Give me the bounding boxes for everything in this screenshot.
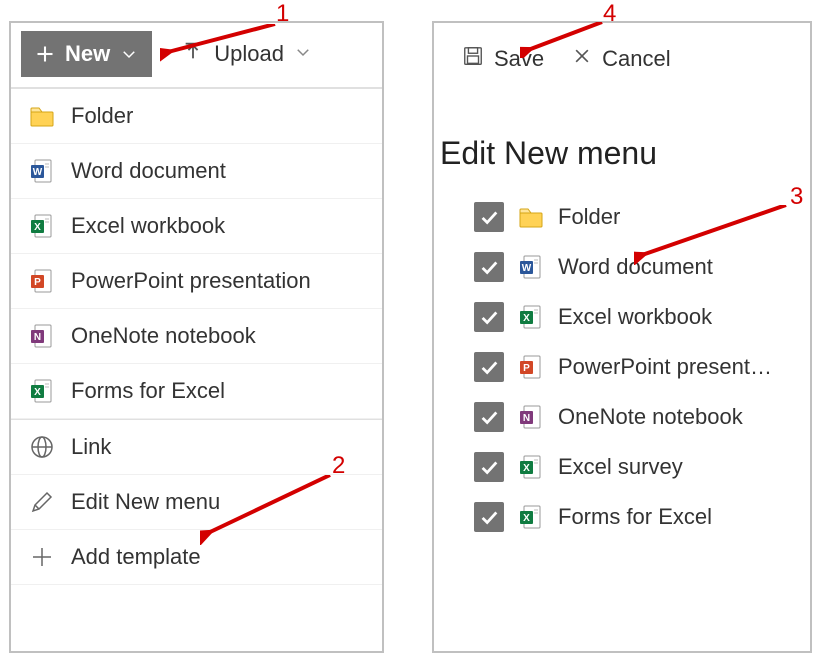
cancel-button-label: Cancel	[602, 46, 670, 72]
folder-icon	[29, 103, 55, 129]
menu-item-label: PowerPoint presentation	[71, 268, 311, 294]
powerpoint-icon	[29, 268, 55, 294]
checkbox[interactable]	[474, 352, 504, 382]
excel-icon	[518, 504, 544, 530]
menu-item-label: OneNote notebook	[71, 323, 256, 349]
excel-icon	[29, 378, 55, 404]
right-toolbar: Save Cancel	[434, 23, 810, 87]
globe-icon	[29, 434, 55, 460]
upload-button-label: Upload	[214, 41, 284, 67]
menu-item-onenote-notebook[interactable]: OneNote notebook	[11, 309, 382, 364]
chevron-down-icon	[294, 41, 312, 67]
excel-icon	[29, 213, 55, 239]
menu-item-label: Excel workbook	[71, 213, 225, 239]
edit-row-excel-survey[interactable]: Excel survey	[474, 442, 780, 492]
cancel-button[interactable]: Cancel	[572, 46, 670, 72]
edit-row-label: PowerPoint present…	[558, 354, 772, 380]
new-menu-panel: New Upload Folder Word document Excel work…	[9, 21, 384, 653]
plus-icon	[29, 544, 55, 570]
edit-row-label: Word document	[558, 254, 713, 280]
menu-item-label: Forms for Excel	[71, 378, 225, 404]
menu-item-excel-workbook[interactable]: Excel workbook	[11, 199, 382, 254]
chevron-down-icon	[120, 45, 138, 63]
edit-row-label: Folder	[558, 204, 620, 230]
menu-item-word-document[interactable]: Word document	[11, 144, 382, 199]
edit-row-forms-for-excel[interactable]: Forms for Excel	[474, 492, 780, 542]
checkbox[interactable]	[474, 452, 504, 482]
menu-item-folder[interactable]: Folder	[11, 88, 382, 144]
upload-icon	[182, 40, 204, 68]
new-button[interactable]: New	[21, 31, 152, 77]
onenote-icon	[518, 404, 544, 430]
save-button[interactable]: Save	[462, 45, 544, 73]
checkbox[interactable]	[474, 502, 504, 532]
edit-row-powerpoint-present-[interactable]: PowerPoint present…	[474, 342, 780, 392]
menu-item-label: Word document	[71, 158, 226, 184]
edit-menu-panel: Save Cancel Edit New menu Folder Word doc…	[432, 21, 812, 653]
menu-item-link[interactable]: Link	[11, 419, 382, 475]
menu-item-powerpoint-presentation[interactable]: PowerPoint presentation	[11, 254, 382, 309]
plus-icon	[35, 44, 55, 64]
excel-icon	[518, 304, 544, 330]
checkbox[interactable]	[474, 252, 504, 282]
word-icon	[518, 254, 544, 280]
edit-menu-list: Folder Word document Excel workbook PowerPo…	[434, 192, 810, 542]
left-toolbar: New Upload	[11, 23, 382, 87]
checkbox[interactable]	[474, 202, 504, 232]
edit-row-folder[interactable]: Folder	[474, 192, 780, 242]
edit-row-word-document[interactable]: Word document	[474, 242, 780, 292]
close-icon	[572, 46, 592, 72]
onenote-icon	[29, 323, 55, 349]
menu-item-label: Link	[71, 434, 111, 460]
excel-icon	[518, 454, 544, 480]
new-button-label: New	[65, 41, 110, 67]
menu-item-edit-new-menu[interactable]: Edit New menu	[11, 475, 382, 530]
menu-item-label: Folder	[71, 103, 133, 129]
edit-row-label: Excel survey	[558, 454, 683, 480]
edit-menu-heading: Edit New menu	[434, 87, 810, 192]
powerpoint-icon	[518, 354, 544, 380]
menu-item-label: Edit New menu	[71, 489, 220, 515]
save-button-label: Save	[494, 46, 544, 72]
edit-row-excel-workbook[interactable]: Excel workbook	[474, 292, 780, 342]
menu-item-label: Add template	[71, 544, 201, 570]
edit-row-onenote-notebook[interactable]: OneNote notebook	[474, 392, 780, 442]
folder-icon	[518, 204, 544, 230]
new-menu-list: Folder Word document Excel workbook PowerPo…	[11, 87, 382, 585]
upload-button[interactable]: Upload	[182, 40, 312, 68]
edit-row-label: OneNote notebook	[558, 404, 743, 430]
edit-row-label: Forms for Excel	[558, 504, 712, 530]
menu-item-add-template[interactable]: Add template	[11, 530, 382, 585]
menu-item-forms-for-excel[interactable]: Forms for Excel	[11, 364, 382, 419]
checkbox[interactable]	[474, 302, 504, 332]
word-icon	[29, 158, 55, 184]
edit-row-label: Excel workbook	[558, 304, 712, 330]
checkbox[interactable]	[474, 402, 504, 432]
pencil-icon	[29, 489, 55, 515]
save-icon	[462, 45, 484, 73]
